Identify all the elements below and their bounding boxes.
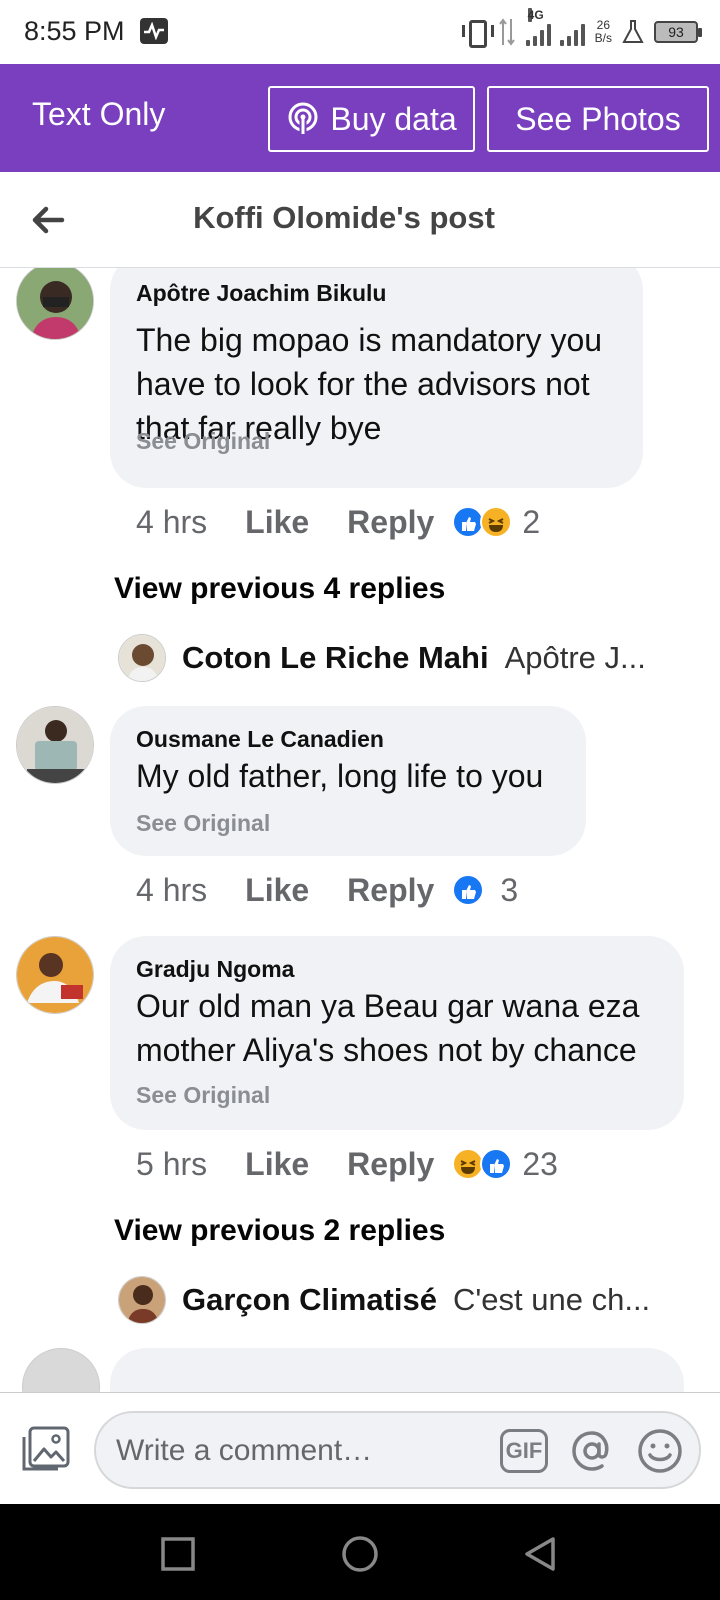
data-transfer-icon (498, 18, 515, 46)
comment-text: Our old man ya Beau gar wana eza mother … (136, 984, 639, 1072)
comment-time: 4 hrs (136, 503, 208, 540)
comment-bubble: Ousmane Le Canadien My old father, long … (110, 706, 586, 856)
reply-author: Coton Le Riche Mahi (182, 640, 489, 675)
like-button[interactable]: Like (245, 504, 309, 541)
comment-text: The big mopao is mandatory you have to l… (136, 284, 602, 450)
view-previous-replies[interactable]: View previous 2 replies (114, 1214, 445, 1248)
circle-home-icon[interactable] (340, 1534, 380, 1574)
comment-input-box[interactable]: GIF (94, 1411, 701, 1489)
comment-author[interactable]: Gradju Ngoma (136, 956, 294, 983)
reply-author: Garçon Climatisé (182, 1282, 437, 1317)
smiley-icon[interactable] (636, 1427, 684, 1475)
see-original-link[interactable]: See Original (136, 1082, 270, 1109)
flask-icon (622, 20, 644, 43)
signal-icon: 4G (525, 8, 585, 46)
comments-list[interactable]: Apôtre Joachim Bikulu The big mopao is m… (0, 268, 720, 1392)
view-previous-replies[interactable]: View previous 4 replies (114, 572, 445, 606)
reaction-summary[interactable]: 3 (452, 872, 518, 909)
comment-text: My old father, long life to you (136, 758, 544, 794)
reaction-count: 3 (500, 871, 519, 908)
reply-preview[interactable]: Coton Le Riche Mahi Apôtre J... (118, 632, 646, 684)
reaction-count: 2 (522, 503, 541, 540)
reply-button[interactable]: Reply (347, 1146, 434, 1183)
avatar[interactable] (16, 268, 94, 340)
data-mode-banner: Text Only Buy data See Photos (0, 64, 720, 172)
status-bar: 8:55 PM 4G 26 B/s 93 (0, 0, 720, 64)
reply-button[interactable]: Reply (347, 504, 434, 541)
network-speed: 26 B/s (595, 19, 612, 45)
like-button[interactable]: Like (245, 1146, 309, 1183)
haha-reaction-icon (480, 506, 513, 538)
gif-button[interactable]: GIF (500, 1429, 548, 1473)
like-reaction-icon (480, 1148, 513, 1180)
at-sign-icon[interactable] (568, 1427, 616, 1475)
reply-button[interactable]: Reply (347, 872, 434, 909)
activity-monitor-icon (140, 18, 168, 44)
battery-icon: 93 (654, 21, 702, 43)
photo-gallery-icon[interactable] (20, 1425, 72, 1475)
see-original-link[interactable]: See Original (136, 810, 270, 837)
reply-snippet: Apôtre J... (504, 640, 646, 675)
comment-composer: GIF (0, 1392, 720, 1504)
hotspot-icon (288, 102, 318, 135)
see-photos-label: See Photos (515, 100, 681, 137)
avatar[interactable] (16, 706, 94, 784)
reply-preview[interactable]: Garçon Climatisé C'est une ch... (118, 1274, 650, 1326)
buy-data-label: Buy data (330, 100, 457, 137)
comment-line: mother Aliya's shoes not by chance (136, 1032, 637, 1068)
avatar (118, 634, 166, 682)
triangle-back-icon[interactable] (520, 1534, 560, 1574)
buy-data-button[interactable]: Buy data (268, 86, 475, 152)
comment-line: The big mopao is mandatory you (136, 322, 603, 358)
post-header: Koffi Olomide's post (0, 172, 720, 268)
avatar[interactable] (22, 1348, 100, 1392)
comment-input[interactable] (116, 1431, 476, 1471)
comment-bubble (110, 1348, 684, 1392)
reaction-summary[interactable]: 23 (452, 1146, 558, 1183)
like-button[interactable]: Like (245, 872, 309, 909)
comment-line: have to look for the advisors not (136, 366, 590, 402)
comment-bubble: Gradju Ngoma Our old man ya Beau gar wan… (110, 936, 684, 1130)
reaction-count: 23 (522, 1145, 558, 1182)
reply-snippet: C'est une ch... (452, 1282, 651, 1317)
see-original-link[interactable]: See Original (136, 428, 270, 455)
comment-line: Our old man ya Beau gar wana eza (136, 988, 640, 1024)
comment-meta: 4 hrs Like Reply 2 (136, 502, 540, 542)
status-icons: 4G 26 B/s 93 (461, 8, 702, 50)
comment-time: 4 hrs (136, 871, 208, 908)
avatar (118, 1276, 166, 1324)
speed-unit: B/s (594, 31, 612, 45)
comment-bubble: Apôtre Joachim Bikulu The big mopao is m… (110, 268, 643, 488)
page-title: Koffi Olomide's post (193, 200, 495, 235)
avatar[interactable] (16, 936, 94, 1014)
comment-meta: 5 hrs Like Reply 23 (136, 1144, 558, 1184)
comment-author[interactable]: Ousmane Le Canadien (136, 726, 384, 753)
square-recents-icon[interactable] (158, 1534, 198, 1574)
network-type: 4G (527, 8, 544, 22)
vibrate-icon (461, 17, 494, 48)
see-photos-button[interactable]: See Photos (487, 86, 709, 152)
text-only-label: Text Only (32, 96, 166, 132)
system-nav-bar (0, 1504, 720, 1600)
like-reaction-icon (452, 874, 485, 906)
status-time: 8:55 PM (24, 16, 125, 46)
comment-meta: 4 hrs Like Reply 3 (136, 870, 518, 910)
reaction-summary[interactable]: 2 (452, 504, 540, 541)
comment-time: 5 hrs (136, 1145, 208, 1182)
